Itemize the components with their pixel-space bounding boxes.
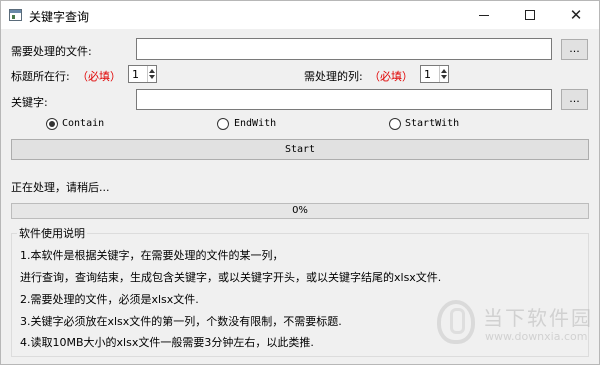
minimize-button[interactable] — [461, 1, 507, 29]
help-line: 进行查询，查询结束，生成包含关键字，或以关键字开头，或以关键字结尾的xlsx文件… — [20, 271, 442, 284]
radio-endwith[interactable] — [217, 118, 229, 130]
column-value: 1 — [424, 68, 431, 81]
radio-startwith[interactable] — [389, 118, 401, 130]
spin-up-icon[interactable] — [441, 69, 447, 73]
keyword-label: 关键字: — [11, 96, 48, 109]
spin-up-icon[interactable] — [149, 69, 155, 73]
file-label: 需要处理的文件: — [11, 45, 92, 58]
window-title: 关键字查询 — [29, 10, 90, 24]
minimize-icon — [479, 14, 489, 16]
title-row-label: 标题所在行: — [11, 70, 70, 83]
watermark-brand: 当下软件园 — [483, 306, 593, 330]
title-row-spinbox[interactable]: 1 — [128, 65, 157, 83]
column-spinbox[interactable]: 1 — [420, 65, 449, 83]
radio-startwith-label[interactable]: StartWith — [405, 118, 459, 129]
watermark-logo-icon — [437, 300, 475, 344]
help-line: 2.需要处理的文件，必须是xlsx文件. — [20, 293, 199, 306]
spin-arrows[interactable] — [147, 66, 156, 82]
help-line: 4.读取10MB大小的xlsx文件一般需要3分钟左右，以此类推. — [20, 336, 314, 349]
watermark-url: www.downxia.com — [485, 330, 588, 343]
radio-endwith-label[interactable]: EndWith — [234, 118, 276, 129]
close-icon: ✕ — [569, 5, 583, 24]
column-required: （必填） — [369, 70, 413, 83]
spin-down-icon[interactable] — [149, 75, 155, 79]
start-button[interactable]: Start — [11, 139, 589, 160]
title-row-required: （必填） — [77, 70, 121, 83]
main-window: 关键字查询 ✕ 需要处理的文件: ... 标题所在行: （必填） 1 需处理的列… — [0, 0, 600, 365]
progress-bar: 0% — [11, 203, 589, 219]
radio-contain-label[interactable]: Contain — [62, 118, 104, 129]
spin-arrows[interactable] — [439, 66, 448, 82]
browse-keyword-button[interactable]: ... — [561, 89, 588, 110]
close-button[interactable]: ✕ — [553, 1, 599, 29]
help-title: 软件使用说明 — [17, 225, 87, 241]
status-text: 正在处理，请稍后... — [11, 181, 110, 194]
title-row-value: 1 — [132, 68, 139, 81]
file-path-input[interactable] — [136, 38, 552, 60]
app-window-icon — [9, 9, 22, 21]
maximize-button[interactable] — [507, 1, 553, 29]
browse-file-button[interactable]: ... — [561, 39, 588, 60]
help-line: 1.本软件是根据关键字，在需要处理的文件的某一列， — [20, 249, 284, 262]
title-bar: 关键字查询 ✕ — [1, 1, 599, 29]
column-label: 需处理的列: — [304, 70, 363, 83]
maximize-icon — [525, 10, 535, 20]
watermark: 当下软件园 www.downxia.com — [431, 294, 596, 349]
radio-contain[interactable] — [46, 118, 58, 130]
spin-down-icon[interactable] — [441, 75, 447, 79]
keyword-input[interactable] — [136, 89, 552, 110]
help-line: 3.关键字必须放在xlsx文件的第一列，个数没有限制，不需要标题. — [20, 315, 342, 328]
